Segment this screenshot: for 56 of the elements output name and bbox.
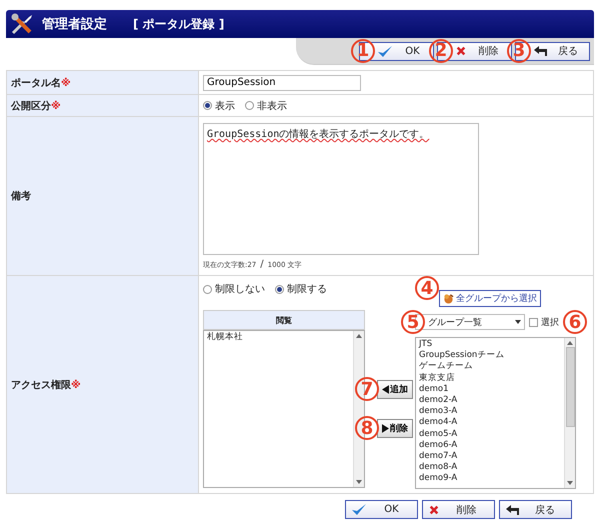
callout-number: 8	[355, 416, 379, 440]
left-arrow-icon	[382, 385, 389, 394]
scroll-up-icon[interactable]	[356, 334, 362, 338]
scroll-up-icon[interactable]	[567, 341, 573, 345]
radio-option[interactable]: 表示	[203, 98, 235, 112]
radio-option[interactable]: 制限する	[275, 282, 327, 296]
list-item[interactable]: 札幌本社	[207, 332, 350, 344]
back-arrow-icon	[534, 46, 547, 56]
tools-icon	[10, 12, 34, 36]
add-button[interactable]: 追加	[377, 380, 413, 399]
callout-number: 5	[401, 310, 425, 334]
list-item[interactable]: GroupSessionチーム	[419, 350, 561, 362]
list-item[interactable]: 東京支店	[419, 372, 561, 384]
separator-text: /	[260, 259, 264, 270]
field-label: 公開区分※	[11, 100, 61, 112]
remove-button[interactable]: 削除	[377, 419, 413, 438]
portal-name-field[interactable]: GroupSession	[203, 74, 361, 90]
check-icon	[352, 504, 366, 515]
list-item[interactable]: demo8-A	[419, 462, 561, 474]
back-arrow-icon	[506, 504, 519, 514]
list-item[interactable]: demo1	[419, 384, 561, 396]
page-subtitle: [ ポータル登録 ]	[133, 16, 224, 32]
select-checkbox[interactable]: 選択	[529, 316, 559, 328]
radio-option[interactable]: 制限しない	[203, 282, 265, 296]
delete-button[interactable]: 削除	[422, 500, 495, 519]
scrollbar[interactable]	[564, 338, 575, 488]
check-icon	[378, 46, 392, 56]
scroll-down-icon[interactable]	[356, 480, 362, 484]
list-item[interactable]: demo5-A	[419, 428, 561, 440]
ok-button[interactable]: OK	[345, 500, 418, 519]
dropdown-arrow-icon	[515, 320, 521, 324]
close-icon	[429, 504, 439, 514]
radio-option[interactable]: 非表示	[245, 98, 287, 112]
callout-number: 7	[355, 377, 379, 401]
bag-icon	[443, 293, 454, 304]
field-label: ポータル名※	[11, 76, 71, 90]
notes-field[interactable]: GroupSessionの情報を表示するポータルです。	[203, 123, 479, 255]
close-icon	[456, 46, 466, 56]
select-all-groups-button[interactable]: 全グループから選択	[439, 290, 541, 307]
list-item[interactable]: demo3-A	[419, 406, 561, 418]
callout-number: 4	[415, 276, 439, 300]
list-item[interactable]: JTS	[419, 339, 561, 350]
callout-number: 6	[563, 310, 587, 334]
column-header: 閲覧	[276, 314, 292, 326]
field-label: 備考	[11, 190, 31, 203]
list-item[interactable]: demo4-A	[419, 417, 561, 429]
list-item[interactable]: ゲームチーム	[419, 361, 561, 373]
scroll-down-icon[interactable]	[567, 481, 573, 485]
list-item[interactable]: demo2-A	[419, 395, 561, 406]
page-title: 管理者設定	[42, 16, 107, 33]
right-arrow-icon	[382, 424, 389, 433]
back-button[interactable]: 戻る	[499, 500, 572, 519]
list-item[interactable]: demo7-A	[419, 451, 561, 462]
field-label: アクセス権限※	[11, 378, 81, 392]
list-item[interactable]: demo9-A	[419, 473, 561, 485]
list-item[interactable]: demo6-A	[419, 440, 561, 452]
